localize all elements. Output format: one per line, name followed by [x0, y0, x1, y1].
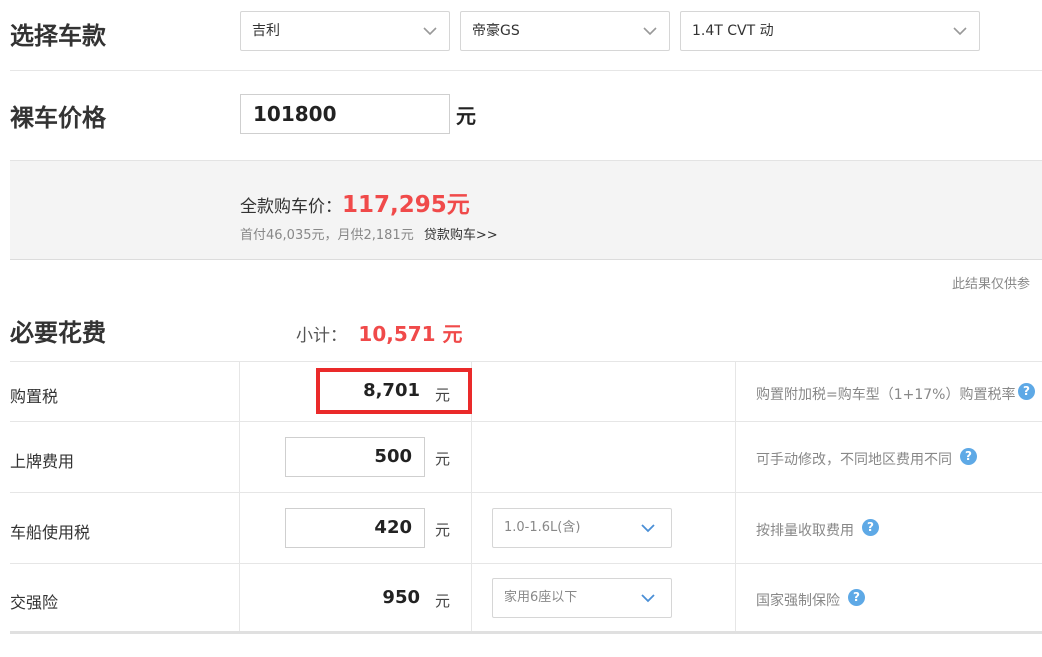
chevron-down-icon: [643, 27, 657, 36]
plate-fee-note: 可手动修改，不同地区费用不同: [756, 452, 952, 468]
purchase-tax-note: 购置附加税=购车型（1+17%）购置税率: [756, 387, 1016, 403]
brand-select-value: 吉利: [252, 23, 280, 39]
loan-link[interactable]: 贷款购车>>: [424, 228, 498, 243]
displacement-select[interactable]: 1.0-1.6L(含): [492, 508, 672, 548]
plate-fee-input[interactable]: 500: [285, 437, 425, 477]
chevron-down-icon: [953, 27, 967, 36]
table-row-border: [10, 361, 1042, 362]
model-select-value: 1.4T CVT 动: [692, 23, 774, 39]
disclaimer: 此结果仅供参: [952, 277, 1031, 292]
column-divider: [735, 361, 736, 631]
full-price-value: 117,295元: [342, 192, 470, 218]
divider: [10, 70, 1042, 71]
brand-select[interactable]: 吉利: [240, 11, 450, 51]
table-row-border: [10, 421, 1042, 422]
subtotal-value: 10,571 元: [358, 322, 463, 346]
compulsory-insurance-value: 950: [382, 587, 420, 608]
required-title: 必要花费: [10, 319, 106, 347]
vehicle-tax-note: 按排量收取费用: [756, 523, 854, 539]
compulsory-insurance-note: 国家强制保险: [756, 593, 840, 609]
bare-price-input[interactable]: 101800: [240, 94, 450, 134]
bare-price-unit: 元: [456, 104, 476, 128]
series-select-value: 帝豪GS: [472, 23, 520, 39]
select-car-title: 选择车款: [10, 22, 106, 50]
seat-type-select[interactable]: 家用6座以下: [492, 578, 672, 618]
table-row-label: 购置税: [10, 387, 59, 406]
displacement-select-value: 1.0-1.6L(含): [504, 520, 581, 535]
bare-price-title: 裸车价格: [10, 104, 106, 132]
full-price-label: 全款购车价：: [240, 197, 342, 217]
plate-fee-unit: 元: [435, 450, 451, 468]
help-icon[interactable]: ?: [848, 589, 865, 606]
loan-summary: 首付46,035元，月供2,181元: [240, 228, 414, 243]
help-icon[interactable]: ?: [1018, 383, 1035, 400]
chevron-down-icon: [641, 524, 655, 533]
table-row-border: [10, 563, 1042, 564]
vehicle-tax-input[interactable]: 420: [285, 508, 425, 548]
series-select[interactable]: 帝豪GS: [460, 11, 670, 51]
highlight-box: [316, 368, 472, 414]
compulsory-insurance-unit: 元: [435, 592, 451, 610]
help-icon[interactable]: ?: [960, 448, 977, 465]
summary-panel: 全款购车价：117,295元 首付46,035元，月供2,181元 贷款购车>>: [10, 160, 1042, 260]
subtotal-label: 小计：: [296, 326, 347, 346]
table-row-label: 上牌费用: [10, 452, 75, 471]
table-row-label: 交强险: [10, 593, 59, 612]
table-bottom-border: [10, 631, 1042, 634]
help-icon[interactable]: ?: [862, 519, 879, 536]
chevron-down-icon: [641, 594, 655, 603]
vehicle-tax-unit: 元: [435, 521, 451, 539]
model-select[interactable]: 1.4T CVT 动: [680, 11, 980, 51]
seat-type-select-value: 家用6座以下: [504, 590, 578, 605]
table-row-border: [10, 492, 1042, 493]
column-divider: [239, 361, 240, 631]
chevron-down-icon: [423, 27, 437, 36]
table-row-label: 车船使用税: [10, 523, 91, 542]
